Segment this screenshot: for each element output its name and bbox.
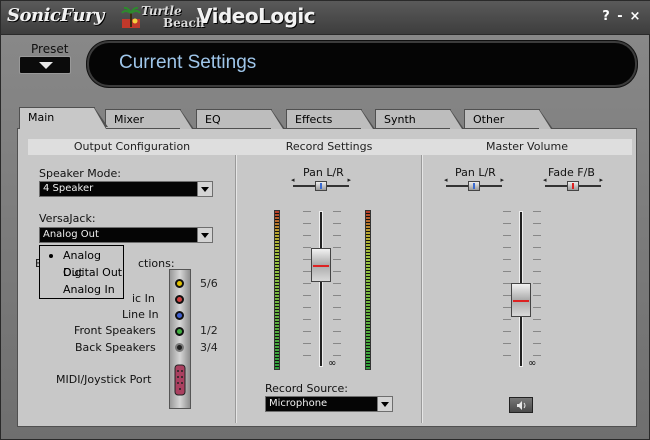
versajack-select[interactable]: Analog Out: [39, 227, 213, 243]
speaker-icon: [517, 401, 526, 410]
record-vu-meter-right: [365, 210, 371, 370]
app-window: SonicFury Turtle Beach VideoLogic ? - × …: [0, 0, 650, 440]
jack-black-icon: [175, 343, 184, 352]
record-fader-track: [319, 211, 323, 367]
record-source-label: Record Source:: [265, 382, 348, 395]
speaker-mode-label: Speaker Mode:: [39, 167, 121, 180]
dropdown-option-digital-out[interactable]: Digital Out: [40, 264, 123, 281]
tab-label: Synth: [384, 113, 416, 126]
mute-button[interactable]: [509, 397, 533, 413]
record-source-value: Microphone: [269, 398, 328, 409]
tab-eq[interactable]: EQ: [196, 109, 285, 129]
versajack-value: Analog Out: [43, 229, 99, 240]
versajack-dropdown-list[interactable]: Analog Out Digital Out Analog In: [39, 245, 124, 299]
tab-effects[interactable]: Effects: [286, 109, 375, 129]
master-infinity-label: ∞: [528, 358, 537, 369]
chevron-down-icon[interactable]: [377, 397, 392, 411]
tab-synth[interactable]: Synth: [375, 109, 464, 129]
master-pan-slider[interactable]: ◂ ▸: [444, 176, 504, 193]
chevron-down-icon[interactable]: [197, 182, 212, 196]
master-pan-label: Pan L/R: [455, 166, 496, 179]
speaker-mode-select[interactable]: 4 Speaker: [39, 181, 213, 197]
record-source-select[interactable]: Microphone: [265, 396, 393, 412]
record-fader-knob[interactable]: [311, 248, 331, 282]
connector-label-mic-in: ic In: [132, 292, 155, 305]
tab-label: EQ: [205, 113, 221, 126]
option-label: Digital Out: [63, 266, 123, 279]
jack-green-icon: [175, 327, 184, 336]
fader-ticks-right: [333, 211, 341, 367]
record-pan-label: Pan L/R: [303, 166, 344, 179]
close-button[interactable]: ×: [628, 9, 642, 25]
jack-red-icon: [175, 295, 184, 304]
record-vu-meter-left: [274, 210, 280, 370]
arrow-left-icon: ◂: [444, 176, 448, 184]
fader-ticks-left: [503, 211, 511, 367]
help-button[interactable]: ?: [599, 9, 613, 25]
connector-label-line-in: Line In: [122, 308, 159, 321]
arrow-left-icon: ◂: [291, 176, 295, 184]
fader-ticks-right: [533, 211, 541, 367]
master-volume-header: Master Volume: [422, 139, 632, 155]
speaker-mode-value: 4 Speaker: [43, 183, 94, 194]
record-infinity-label: ∞: [328, 358, 337, 369]
dropdown-option-analog-in[interactable]: Analog In: [40, 281, 123, 298]
jack-yellow-icon: [175, 279, 184, 288]
slider-knob[interactable]: [567, 181, 579, 191]
output-configuration-header: Output Configuration: [28, 139, 236, 155]
preset-dropdown-button[interactable]: [19, 56, 71, 74]
preset-label: Preset: [31, 42, 69, 56]
connector-label-front-speakers: Front Speakers: [74, 324, 156, 337]
minimize-button[interactable]: -: [613, 9, 627, 25]
arrow-right-icon: ▸: [500, 176, 504, 184]
section-divider: [421, 155, 422, 423]
tab-main[interactable]: Main: [19, 107, 108, 129]
tab-other[interactable]: Other: [464, 109, 553, 129]
turtle-beach-palm-icon: [121, 6, 141, 28]
connector-panel: [169, 269, 191, 409]
record-pan-slider[interactable]: ◂ ▸: [291, 176, 351, 193]
connector-num-1-2: 1/2: [200, 324, 218, 337]
dropdown-option-analog-out[interactable]: Analog Out: [40, 247, 123, 279]
settings-banner: Current Settings: [87, 41, 637, 87]
tab-label: Main: [28, 111, 55, 124]
fader-ticks-left: [303, 211, 311, 367]
videologic-logo: VideoLogic: [197, 4, 316, 28]
midi-port-icon: [174, 364, 186, 396]
slider-knob[interactable]: [315, 181, 327, 191]
tab-mixer[interactable]: Mixer: [105, 109, 194, 129]
arrow-left-icon: ◂: [543, 176, 547, 184]
connector-num-5-6: 5/6: [200, 277, 218, 290]
master-fade-label: Fade F/B: [548, 166, 595, 179]
jack-blue-icon: [175, 311, 184, 320]
record-settings-header: Record Settings: [236, 139, 422, 155]
chevron-down-icon: [39, 62, 53, 69]
banner-title: Current Settings: [119, 52, 257, 73]
versajack-label: VersaJack:: [39, 212, 96, 225]
tab-label: Other: [473, 113, 505, 126]
midi-port-label: MIDI/Joystick Port: [56, 373, 152, 386]
connector-label-back-speakers: Back Speakers: [75, 341, 156, 354]
selected-bullet-icon: [49, 254, 53, 258]
chevron-down-icon[interactable]: [197, 228, 212, 242]
section-divider: [235, 155, 236, 423]
tab-label: Mixer: [114, 113, 145, 126]
master-fader-knob[interactable]: [511, 283, 531, 317]
option-label: Analog In: [63, 283, 115, 296]
master-fade-slider[interactable]: ◂ ▸: [543, 176, 603, 193]
tab-label: Effects: [295, 113, 333, 126]
sonicfury-logo: SonicFury: [7, 5, 104, 26]
connector-num-3-4: 3/4: [200, 341, 218, 354]
arrow-right-icon: ▸: [347, 176, 351, 184]
arrow-right-icon: ▸: [599, 176, 603, 184]
title-bar[interactable]: SonicFury Turtle Beach VideoLogic ? - ×: [1, 1, 650, 35]
slider-knob[interactable]: [468, 181, 480, 191]
